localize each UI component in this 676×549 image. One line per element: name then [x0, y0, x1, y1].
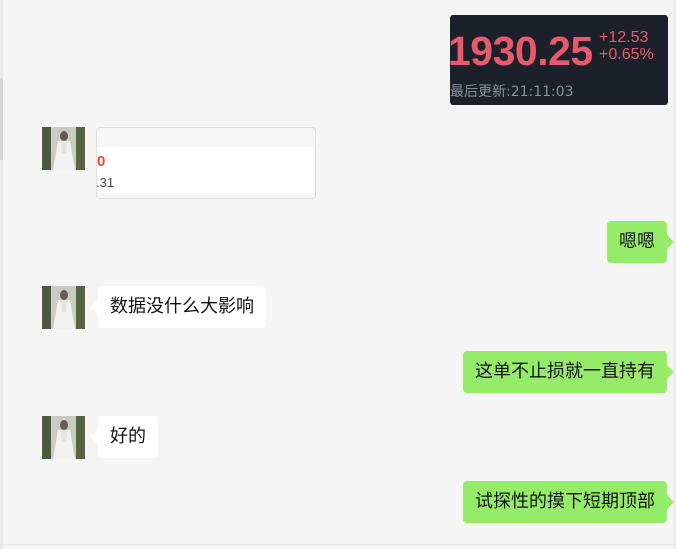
- link-card-body: 0 .31: [97, 147, 315, 193]
- chat-area: 1930.25 +12.53 +0.65% 最后更新:21:11:03 0 .3…: [0, 0, 676, 549]
- bubble-tail: [667, 365, 674, 379]
- stock-quote-image[interactable]: 1930.25 +12.53 +0.65% 最后更新:21:11:03: [450, 15, 668, 105]
- message-bubble-outgoing[interactable]: 这单不止损就一直持有: [463, 351, 674, 393]
- bubble-tail: [91, 300, 98, 314]
- link-card-value: .31: [96, 175, 115, 190]
- message-text: 数据没什么大影响: [110, 296, 254, 317]
- message-bubble-outgoing[interactable]: 试探性的摸下短期顶部: [463, 481, 674, 523]
- message-bubble-incoming[interactable]: 数据没什么大影响: [91, 286, 266, 328]
- message-text: 好的: [110, 426, 146, 447]
- stock-change-percent: +0.65%: [599, 46, 654, 63]
- message-bubble-incoming[interactable]: 好的: [91, 416, 158, 458]
- scroll-indicator[interactable]: [0, 78, 3, 160]
- stock-last-updated: 最后更新:21:11:03: [450, 84, 574, 100]
- message-bubble-outgoing[interactable]: 嗯嗯: [607, 221, 674, 263]
- input-divider: [0, 544, 676, 545]
- bubble-tail: [667, 235, 674, 249]
- stock-change: +12.53: [599, 29, 649, 46]
- contact-avatar-icon[interactable]: [42, 286, 85, 329]
- link-card-message[interactable]: 0 .31: [96, 127, 316, 199]
- message-text: 这单不止损就一直持有: [475, 361, 655, 382]
- stock-price: 1930.25: [450, 28, 593, 74]
- message-text: 试探性的摸下短期顶部: [475, 491, 655, 512]
- bubble-tail: [667, 495, 674, 509]
- contact-avatar-icon[interactable]: [42, 416, 85, 459]
- message-text: 嗯嗯: [619, 231, 655, 252]
- bubble-tail: [91, 430, 98, 444]
- contact-avatar-icon[interactable]: [42, 127, 85, 170]
- link-card-highlight: 0: [97, 153, 106, 170]
